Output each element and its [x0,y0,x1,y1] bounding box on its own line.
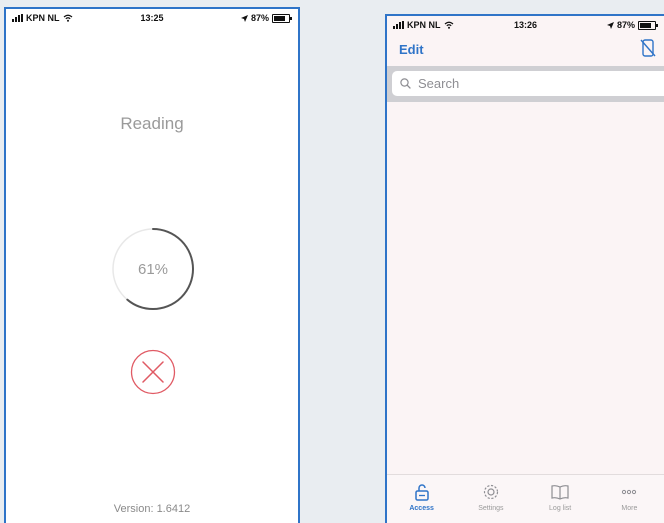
tab-label: Access [409,505,434,512]
search-icon [400,78,411,89]
battery-icon [272,13,292,23]
tab-label: Settings [478,505,504,512]
search-bar [387,66,664,102]
tab-settings[interactable]: Settings [456,475,525,523]
battery-percent: 87% [250,13,269,23]
status-bar: KPN NL 13:26 87% [387,16,664,34]
tab-label: More [621,505,638,512]
location-icon [240,14,248,22]
progress-percent: 61% [137,260,169,278]
left-phone-screen: KPN NL 13:25 87% Reading 61% Version: 1.… [4,7,300,523]
tab-label: Log list [549,505,572,512]
version-label: Version: 1.6412 [113,503,191,515]
tab-log-list[interactable]: Log list [526,475,595,523]
tab-more[interactable]: More [595,475,664,523]
tab-access[interactable]: Access [387,475,456,523]
search-field[interactable] [392,71,664,96]
edit-button[interactable]: Edit [399,42,424,57]
book-icon [551,485,569,500]
more-icon [622,489,637,495]
reading-title: Reading [120,114,184,133]
search-input[interactable] [416,75,640,92]
right-phone-screen: KPN NL 13:26 87% Edit Search Access Sett… [385,14,664,523]
status-bar: KPN NL 13:25 87% [6,9,298,27]
no-phone-icon[interactable] [640,39,656,57]
cancel-button[interactable] [130,349,176,395]
battery-percent: 87% [616,20,635,30]
location-icon [606,21,614,29]
access-list [387,102,664,475]
status-right: 87% [606,20,658,30]
unlock-icon [414,484,429,501]
nav-bar: Edit [387,34,664,66]
battery-icon [638,20,658,30]
tab-bar: Access Settings Log list More [387,474,664,523]
status-right: 87% [240,13,292,23]
gear-icon [483,484,498,500]
